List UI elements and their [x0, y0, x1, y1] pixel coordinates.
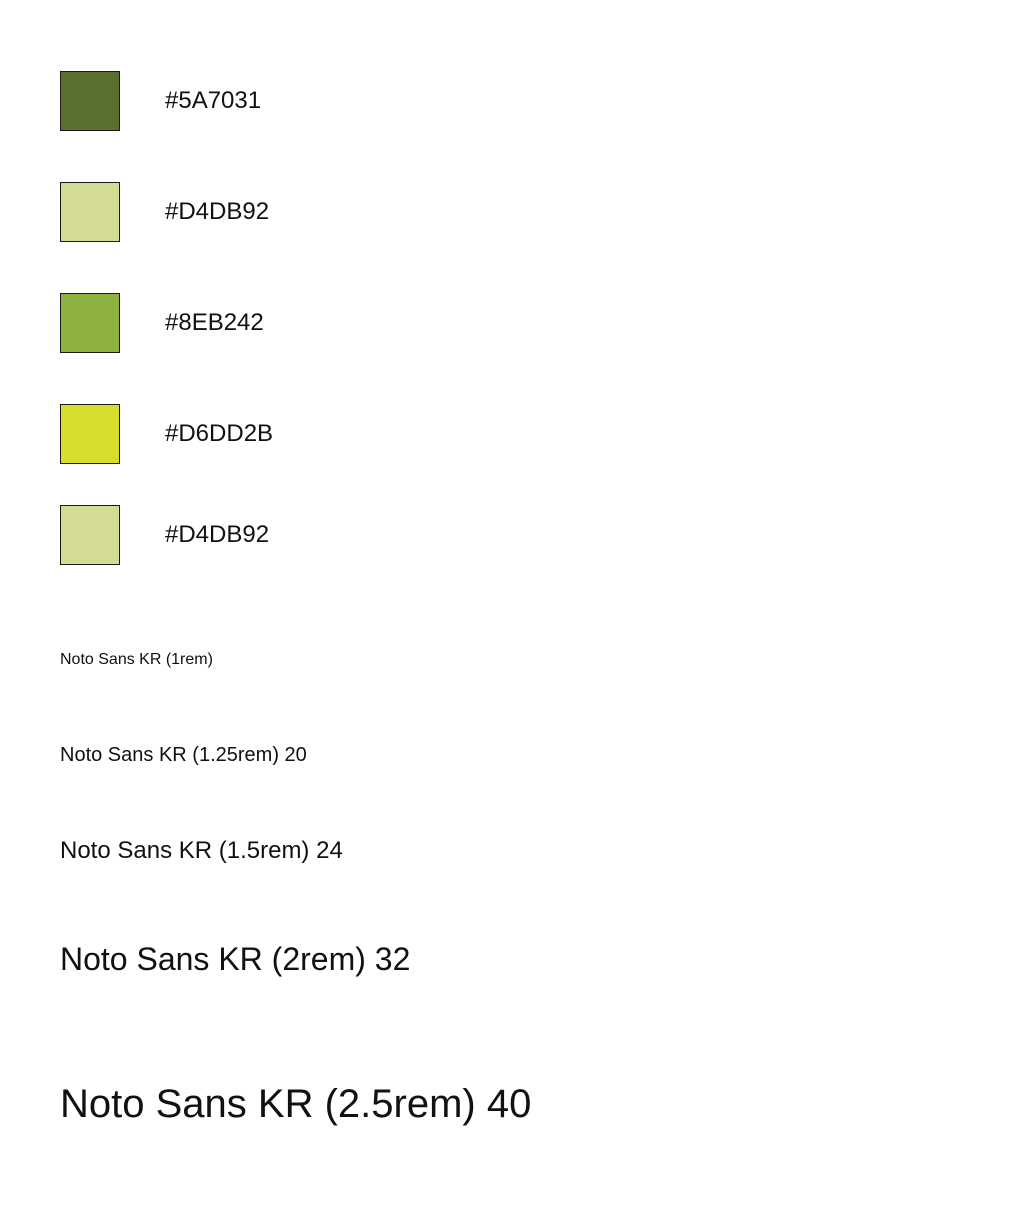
- color-swatch: [60, 71, 120, 131]
- type-sample-2-5rem: Noto Sans KR (2.5rem) 40: [60, 1082, 532, 1126]
- swatch-hex-label: #D6DD2B: [165, 420, 274, 447]
- swatch-hex-label: #8EB242: [165, 309, 264, 336]
- color-swatch: [60, 182, 120, 242]
- type-sample-1-5rem: Noto Sans KR (1.5rem) 24: [60, 837, 343, 864]
- swatch-row: #D4DB92: [60, 505, 460, 565]
- swatch-hex-label: #5A7031: [165, 87, 262, 114]
- color-swatch: [60, 505, 120, 565]
- type-sample-2rem: Noto Sans KR (2rem) 32: [60, 941, 411, 977]
- color-swatch: [60, 404, 120, 464]
- type-sample-1rem: Noto Sans KR (1rem): [60, 651, 213, 668]
- swatch-row: #8EB242: [60, 293, 460, 353]
- color-swatch: [60, 293, 120, 353]
- swatch-hex-label: #D4DB92: [165, 198, 270, 225]
- swatch-hex-label: #D4DB92: [165, 521, 270, 548]
- swatch-row: #D4DB92: [60, 182, 460, 242]
- type-sample-1-25rem: Noto Sans KR (1.25rem) 20: [60, 744, 307, 766]
- swatch-row: #5A7031: [60, 71, 460, 131]
- swatch-row: #D6DD2B: [60, 404, 460, 464]
